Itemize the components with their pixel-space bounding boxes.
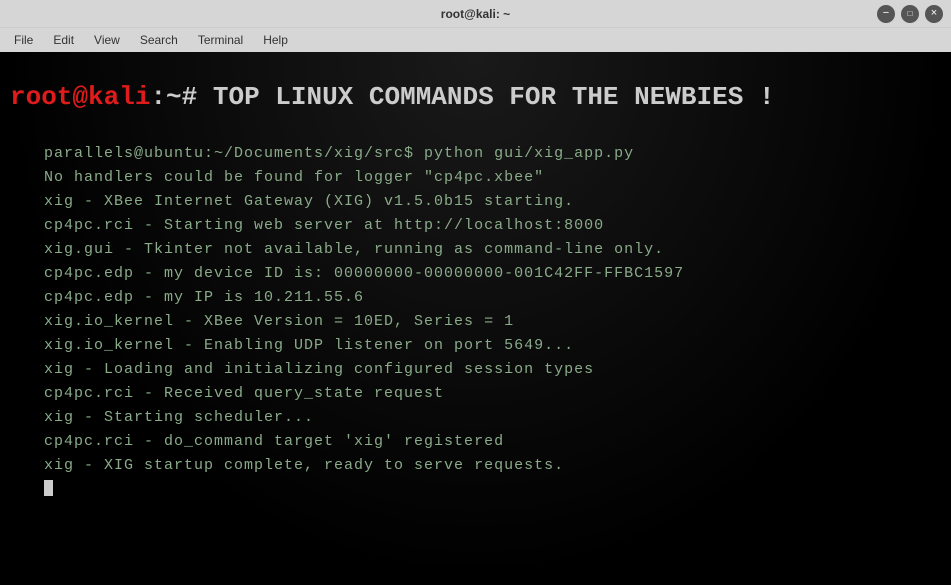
output-line: xig - XBee Internet Gateway (XIG) v1.5.0… [44,190,941,214]
maximize-button[interactable] [901,5,919,23]
window-controls [877,5,943,23]
output-line: cp4pc.rci - Starting web server at http:… [44,214,941,238]
output-line: xig - Loading and initializing configure… [44,358,941,382]
output-line: xig.io_kernel - Enabling UDP listener on… [44,334,941,358]
output-line: xig - Starting scheduler... [44,406,941,430]
output-line: cp4pc.edp - my device ID is: 00000000-00… [44,262,941,286]
prompt-user-host: root@kali [10,82,150,112]
cursor-icon [44,480,53,496]
menu-terminal[interactable]: Terminal [190,31,251,49]
terminal-body[interactable]: root@kali:~# TOP LINUX COMMANDS FOR THE … [0,52,951,585]
menu-search[interactable]: Search [132,31,186,49]
prompt-line: root@kali:~# TOP LINUX COMMANDS FOR THE … [10,82,941,112]
menu-help[interactable]: Help [255,31,296,49]
prompt-separator: :~# [150,82,212,112]
menu-view[interactable]: View [86,31,128,49]
title-bar: root@kali: ~ [0,0,951,28]
output-line: cp4pc.edp - my IP is 10.211.55.6 [44,286,941,310]
output-line: xig.gui - Tkinter not available, running… [44,238,941,262]
output-line: xig - XIG startup complete, ready to ser… [44,454,941,478]
minimize-button[interactable] [877,5,895,23]
prompt-command: TOP LINUX COMMANDS FOR THE NEWBIES ! [213,82,775,112]
close-button[interactable] [925,5,943,23]
output-line: No handlers could be found for logger "c… [44,166,941,190]
menu-bar: File Edit View Search Terminal Help [0,28,951,52]
menu-file[interactable]: File [6,31,41,49]
window-title: root@kali: ~ [441,7,510,21]
output-line: parallels@ubuntu:~/Documents/xig/src$ py… [44,142,941,166]
output-line: cp4pc.rci - do_command target 'xig' regi… [44,430,941,454]
menu-edit[interactable]: Edit [45,31,82,49]
terminal-output: parallels@ubuntu:~/Documents/xig/src$ py… [10,142,941,478]
output-line: cp4pc.rci - Received query_state request [44,382,941,406]
terminal-window: root@kali: ~ File Edit View Search Termi… [0,0,951,585]
output-line: xig.io_kernel - XBee Version = 10ED, Ser… [44,310,941,334]
